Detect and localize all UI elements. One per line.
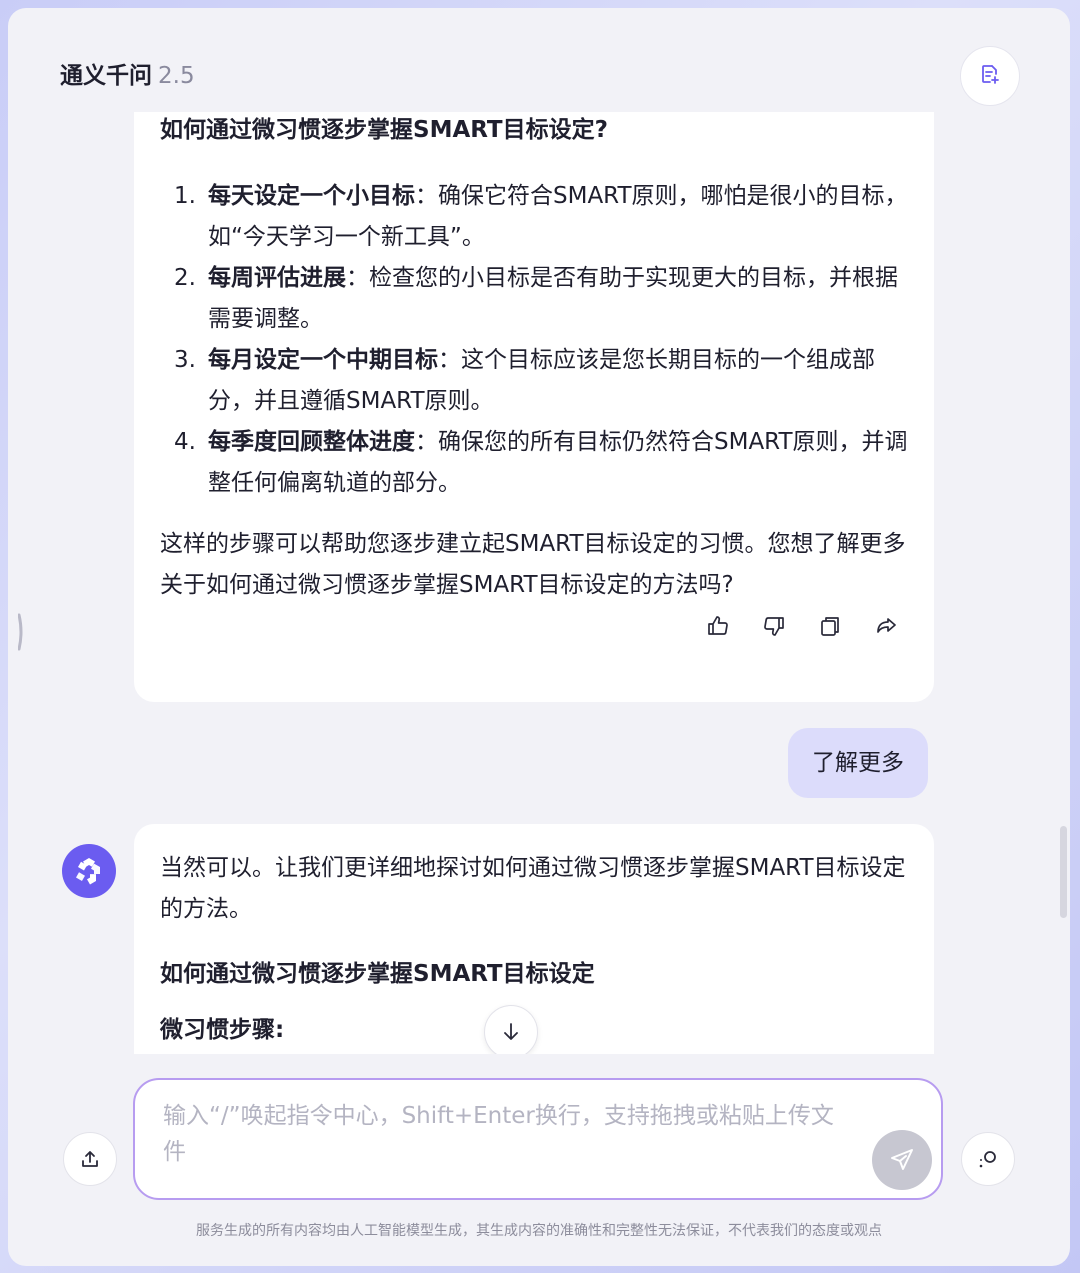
app-version: 2.5: [158, 63, 195, 89]
message-heading: 如何通过微习惯逐步掌握SMART目标设定?: [160, 117, 608, 143]
step-title: 每周评估进展: [208, 265, 346, 291]
share-icon: [877, 618, 896, 633]
app-name: 通义千问: [60, 63, 152, 89]
step-title: 每天设定一个小目标: [208, 183, 415, 209]
list-item: 4. 每季度回顾整体进度：确保您的所有目标仍然符合SMART原则，并调整任何偏离…: [174, 422, 914, 504]
agent-button[interactable]: [961, 1132, 1015, 1186]
list-number: 2.: [174, 265, 196, 291]
thumbs-up-icon: [708, 616, 728, 635]
copy-icon: [821, 617, 839, 636]
arrow-down-icon: [504, 1023, 518, 1040]
message-intro: 当然可以。让我们更详细地探讨如何通过微习惯逐步掌握SMART目标设定的方法。: [160, 855, 906, 922]
qwen-logo-icon: [76, 858, 100, 885]
upload-button[interactable]: [63, 1132, 117, 1186]
list-item: 1. 每天设定一个小目标：确保它符合SMART原则，哪怕是很小的目标，如“今天学…: [174, 176, 914, 258]
list-item: 2. 每周评估进展：检查您的小目标是否有助于实现更大的目标，并根据需要调整。: [174, 258, 914, 340]
step-title: 每季度回顾整体进度: [208, 429, 415, 455]
disclaimer-text: 服务生成的所有内容均由人工智能模型生成，其生成内容的准确性和完整性无法保证，不代…: [196, 1223, 882, 1239]
app-window: 通义千问 2.5 如何通过微习惯逐步掌握SMART目标设定? 1. 每天设定一个小…: [8, 8, 1070, 1266]
thumbs-down-icon: [764, 617, 784, 636]
send-icon: [891, 1149, 913, 1170]
user-message-bubble: 了解更多: [788, 728, 928, 798]
assistant-avatar: [62, 844, 116, 898]
message-closing: 这样的步骤可以帮助您逐步建立起SMART目标设定的习惯。您想了解更多关于如何通过…: [160, 531, 906, 598]
list-number: 3.: [174, 347, 196, 373]
chat-input-container: [133, 1078, 943, 1200]
send-button[interactable]: [872, 1130, 932, 1190]
steps-list: 1. 每天设定一个小目标：确保它符合SMART原则，哪怕是很小的目标，如“今天学…: [174, 176, 914, 504]
ai-message-bubble: 如何通过微习惯逐步掌握SMART目标设定? 1. 每天设定一个小目标：确保它符合…: [134, 112, 934, 702]
app-title: 通义千问 2.5: [60, 56, 195, 90]
magic-search-icon: [979, 1151, 996, 1168]
edit-document-icon: [979, 63, 1001, 89]
new-chat-button[interactable]: [960, 46, 1020, 106]
list-number: 4.: [174, 429, 196, 455]
list-item: 3. 每月设定一个中期目标：这个目标应该是您长期目标的一个组成部分，并且遵循SM…: [174, 340, 914, 422]
message-actions: [704, 612, 900, 640]
dislike-button[interactable]: [760, 612, 788, 640]
like-button[interactable]: [704, 612, 732, 640]
chat-area: 如何通过微习惯逐步掌握SMART目标设定? 1. 每天设定一个小目标：确保它符合…: [8, 112, 1070, 1054]
list-number: 1.: [174, 183, 196, 209]
chat-input[interactable]: [163, 1098, 853, 1188]
scroll-to-bottom-button[interactable]: [484, 1005, 538, 1054]
upload-icon: [82, 1151, 98, 1167]
copy-button[interactable]: [816, 612, 844, 640]
message-heading: 如何通过微习惯逐步掌握SMART目标设定: [160, 961, 595, 987]
share-button[interactable]: [872, 612, 900, 640]
step-title: 每月设定一个中期目标: [208, 347, 438, 373]
